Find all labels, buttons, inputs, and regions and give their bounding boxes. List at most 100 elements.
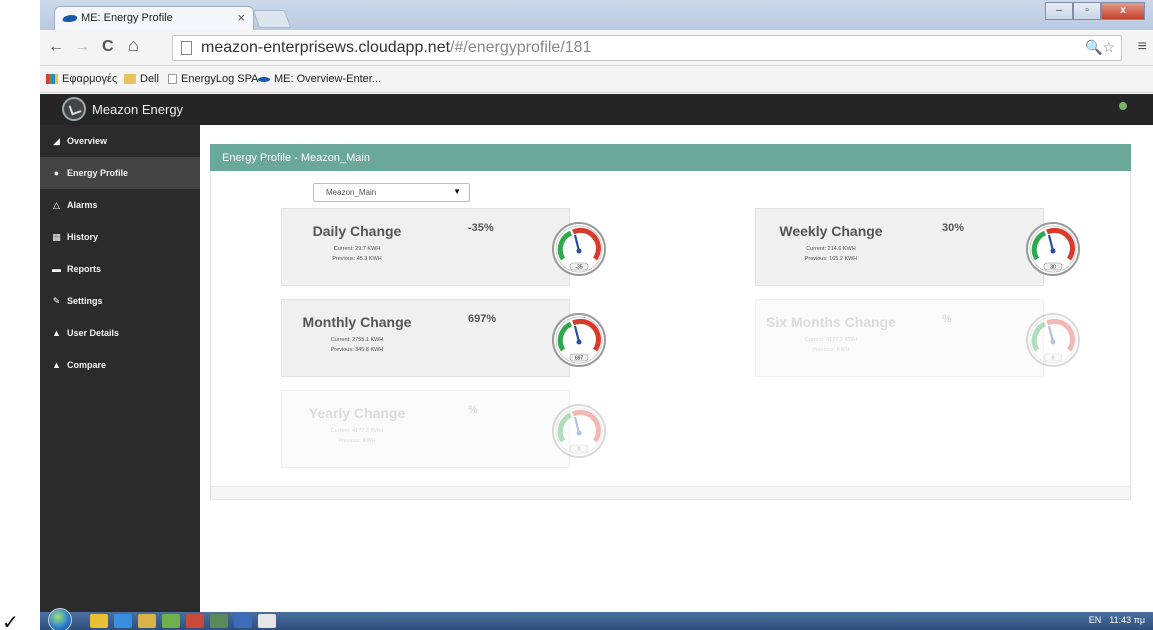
bookmark-dell[interactable]: Dell [124,73,159,85]
clock[interactable]: 11:43 πμ [1109,615,1145,625]
sidebar-item-compare[interactable]: ▲ Compare [40,349,200,381]
gauge-icon: 697 [552,313,606,367]
sidebar-item-label: Compare [67,360,107,370]
tab-bar: ME: Energy Profile × – ▫ x [40,0,1153,30]
system-tray: EN 11:43 πμ [1089,615,1145,625]
group-icon: ● [53,168,60,178]
start-button[interactable] [48,608,72,630]
sidebar-item-label: Alarms [67,200,98,210]
chevron-down-icon: ▼ [453,187,461,196]
menu-icon[interactable]: ≡ [1138,38,1147,56]
sidebar-item-label: History [67,232,99,242]
taskbar-app-icon[interactable] [210,614,228,628]
taskbar-app-icon[interactable] [90,614,108,628]
brand[interactable]: Meazon Energy [62,97,183,121]
explorer-icon[interactable] [138,614,156,628]
page-icon [168,74,177,84]
card-current: Current: 214.6 KWH [806,246,856,252]
card-previous: Previous: 345.8 KWH [330,347,384,353]
sidebar-item-reports[interactable]: ▬ Reports [40,253,200,285]
app-header: Meazon Energy [40,94,1153,125]
bookmark-energylog[interactable]: EnergyLog SPA [168,73,258,85]
sidebar: ◢ Overview ● Energy Profile △ Alarms ▦ Histo… [40,125,200,612]
forward-button[interactable]: → [74,38,90,56]
card-current: Current: 29.7 KWH [333,246,381,252]
card-previous: Previous: KWH [812,347,850,353]
gauge-icon: 0 [1026,313,1080,367]
close-window-button[interactable]: x [1101,2,1145,20]
bookmark-overview[interactable]: ME: Overview-Enter... [258,73,381,85]
card-percent: 30% [942,222,965,234]
six-months-change-card: Six Months Change % Current: 4177.3 KWH … [755,299,1080,377]
bookmark-label: Εφαρμογές [62,73,118,85]
sidebar-item-alarms[interactable]: △ Alarms [40,189,200,221]
window-controls: – ▫ x [1045,2,1145,20]
sidebar-item-history[interactable]: ▦ History [40,221,200,253]
sidebar-item-overview[interactable]: ◢ Overview [40,125,200,157]
word-icon[interactable] [234,614,252,628]
card-title: Daily Change [312,223,402,239]
sidebar-item-label: User Details [67,328,120,338]
sidebar-item-label: Reports [67,264,102,274]
back-button[interactable]: ← [48,38,64,56]
sidebar-item-label: Settings [67,296,103,306]
card-title: Weekly Change [779,223,883,239]
taskbar-app-icon[interactable] [162,614,180,628]
gauge-icon: 30 [1026,222,1080,276]
tab-close-icon[interactable]: × [237,10,245,25]
card-percent: -35% [468,222,494,234]
card-percent: % [468,404,478,416]
folder-icon: ▬ [52,264,61,274]
card-previous: Previous: 45.3 KWH [332,256,382,262]
apps-icon [46,74,58,84]
zoom-star-icons[interactable]: 🔍☆ [1085,39,1115,56]
screen: ✓ ME: Energy Profile × – ▫ x ← → C ⌂ mea… [0,0,1153,630]
card-title: Monthly Change [302,314,412,330]
browser-tab[interactable]: ME: Energy Profile × [54,6,254,30]
url-path: /#/energyprofile/181 [450,39,592,56]
sidebar-item-settings[interactable]: ✎ Settings [40,285,200,317]
card-percent: % [942,313,952,325]
meter-select[interactable]: Meazon_Main ▼ [313,183,470,202]
brand-name: Meazon Energy [92,101,184,117]
folder-icon [124,74,136,84]
weekly-change-card: Weekly Change 30% Current: 214.6 KWH Pre… [755,208,1080,286]
chart-icon: ◢ [53,136,60,146]
favicon-icon [61,15,79,22]
card-title: Yearly Change [308,405,406,421]
bookmark-apps[interactable]: Εφαρμογές [46,73,117,85]
taskbar-app-icon[interactable] [186,614,204,628]
language-indicator[interactable]: EN [1089,615,1102,625]
user-icon: ▲ [52,360,61,370]
minimize-button[interactable]: – [1045,2,1073,20]
card-previous: Previous: 165.2 KWH [804,256,858,262]
wrench-icon: ✎ [52,296,61,306]
gauge-icon: 0 [552,404,606,458]
new-tab-button[interactable] [252,10,292,28]
sidebar-item-energy-profile[interactable]: ● Energy Profile [40,157,200,189]
url-host: meazon-enterprisews.cloudapp.net [201,39,451,56]
sidebar-item-user-details[interactable]: ▲ User Details [40,317,200,349]
card-previous: Previous: KWH [338,438,376,444]
main-content: Energy Profile - Meazon_Main Meazon_Main… [200,125,1145,612]
calendar-icon: ▦ [52,232,61,242]
page-icon [181,41,192,55]
home-button[interactable]: ⌂ [128,35,139,56]
ie-icon[interactable] [114,614,132,628]
gauge-value-label: 30 [1050,265,1056,271]
gauge-icon: -35 [552,222,606,276]
monthly-change-card: Monthly Change 697% Current: 2755.1 KWH … [281,299,606,377]
sidebar-item-label: Overview [67,136,108,146]
address-bar[interactable]: meazon-enterprisews.cloudapp.net/#/energ… [172,35,1122,61]
panel-body: Meazon_Main ▼ Daily Change -35% Current:… [210,171,1131,491]
gauge-value-label: 697 [575,356,584,362]
user-icon: ▲ [52,328,61,338]
maximize-button[interactable]: ▫ [1073,2,1101,20]
user-status-icon[interactable] [1119,102,1127,110]
gauge-value-label: 0 [578,447,581,453]
chrome-icon[interactable] [258,614,276,628]
card-current: Current: 2755.1 KWH [330,337,384,343]
tab-title: ME: Energy Profile [81,12,173,24]
card-percent: 697% [468,313,497,325]
reload-button[interactable]: C [102,38,114,56]
